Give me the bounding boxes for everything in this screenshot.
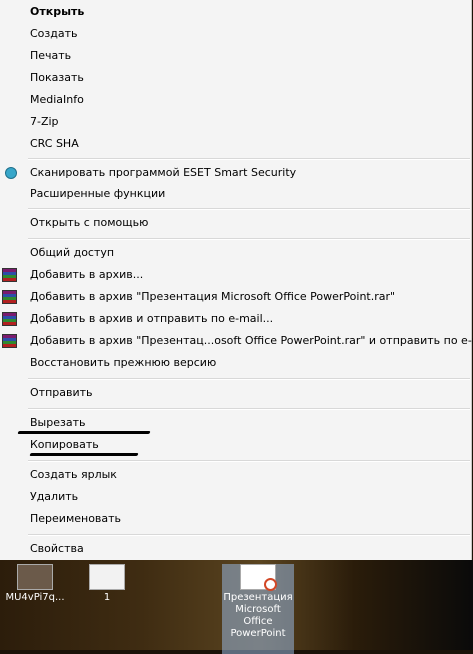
menu-item-label: Показать (30, 71, 84, 84)
menu-item-label: Открыть (30, 5, 85, 18)
menu-item-restore-previous[interactable]: Восстановить прежнюю версию (0, 352, 470, 374)
menu-item-label: 7-Zip (30, 115, 59, 128)
menu-item-named-archive-and-email[interactable]: Добавить в архив "Презентац...osoft Offi… (0, 330, 473, 352)
menu-separator (28, 238, 470, 240)
menu-item-label: Добавить в архив... (30, 268, 144, 281)
menu-item-delete[interactable]: Удалить (0, 486, 470, 508)
menu-item-label: Переименовать (30, 512, 122, 525)
menu-item-create-shortcut[interactable]: Создать ярлык (0, 464, 470, 486)
file-thumbnail (89, 564, 125, 590)
menu-item-label: Печать (30, 49, 72, 62)
menu-separator (28, 378, 470, 380)
context-menu: Открыть Создать Печать Показать MediaInf… (0, 0, 473, 560)
menu-item-label: Расширенные функции (30, 187, 166, 200)
menu-item-send-to[interactable]: Отправить (0, 382, 470, 404)
menu-item-open[interactable]: Открыть (0, 1, 470, 23)
menu-item-label: Общий доступ (30, 246, 115, 259)
powerpoint-badge-icon (264, 578, 277, 591)
menu-separator (28, 534, 470, 536)
menu-item-mediainfo[interactable]: MediaInfo (0, 89, 470, 111)
menu-item-label: Добавить в архив и отправить по e-mail..… (30, 312, 274, 325)
menu-item-label: Добавить в архив "Презентац...osoft Offi… (30, 334, 473, 347)
menu-item-label: Открыть с помощью (30, 216, 149, 229)
menu-item-new[interactable]: Создать (0, 23, 470, 45)
menu-item-properties[interactable]: Свойства (0, 538, 470, 560)
menu-item-7zip[interactable]: 7-Zip (0, 111, 470, 133)
winrar-icon (2, 268, 17, 282)
desktop-icon-image[interactable]: MU4vPi7q... (0, 564, 70, 604)
menu-item-share[interactable]: Общий доступ (0, 242, 470, 264)
menu-item-label: Отправить (30, 386, 93, 399)
desktop-icon-label: 1 (103, 592, 111, 603)
menu-item-label: CRC SHA (30, 137, 79, 150)
menu-item-label: Сканировать программой ESET Smart Securi… (30, 166, 297, 179)
menu-item-label: Свойства (30, 542, 84, 555)
eset-icon (5, 167, 17, 179)
desktop-icon-powerpoint[interactable]: Презентация Microsoft Office PowerPoint (222, 564, 294, 654)
menu-separator (28, 408, 470, 410)
menu-item-label: Удалить (30, 490, 79, 503)
menu-item-add-to-archive[interactable]: Добавить в архив... (0, 264, 470, 286)
menu-separator (28, 460, 470, 462)
powerpoint-file-icon (240, 564, 277, 591)
winrar-icon (2, 312, 17, 326)
menu-item-label: Восстановить прежнюю версию (30, 356, 217, 369)
winrar-icon (2, 334, 17, 348)
menu-item-show[interactable]: Показать (0, 67, 470, 89)
menu-item-label: Добавить в архив "Презентация Microsoft … (30, 290, 396, 303)
menu-item-advanced[interactable]: Расширенные функции (0, 183, 470, 205)
desktop-icon-label: Презентация Microsoft Office PowerPoint (223, 592, 293, 639)
menu-item-eset-scan[interactable]: Сканировать программой ESET Smart Securi… (0, 162, 470, 184)
menu-item-label: Создать (30, 27, 78, 40)
menu-item-archive-and-email[interactable]: Добавить в архив и отправить по e-mail..… (0, 308, 470, 330)
image-thumbnail (17, 564, 53, 590)
menu-item-print[interactable]: Печать (0, 45, 470, 67)
menu-item-add-to-named-archive[interactable]: Добавить в архив "Презентация Microsoft … (0, 286, 470, 308)
menu-item-label: Создать ярлык (30, 468, 117, 481)
menu-item-open-with[interactable]: Открыть с помощью (0, 212, 470, 234)
menu-item-crc-sha[interactable]: CRC SHA (0, 133, 470, 155)
menu-separator (28, 158, 470, 160)
menu-separator (28, 208, 470, 210)
hand-drawn-underline (29, 453, 139, 456)
winrar-icon (2, 290, 17, 304)
desktop-icon-file[interactable]: 1 (72, 564, 142, 604)
menu-item-label: MediaInfo (30, 93, 84, 106)
menu-item-rename[interactable]: Переименовать (0, 508, 470, 530)
desktop-icon-label: MU4vPi7q... (5, 592, 65, 603)
desktop: MU4vPi7q... 1 Презентация Microsoft Offi… (0, 560, 473, 654)
